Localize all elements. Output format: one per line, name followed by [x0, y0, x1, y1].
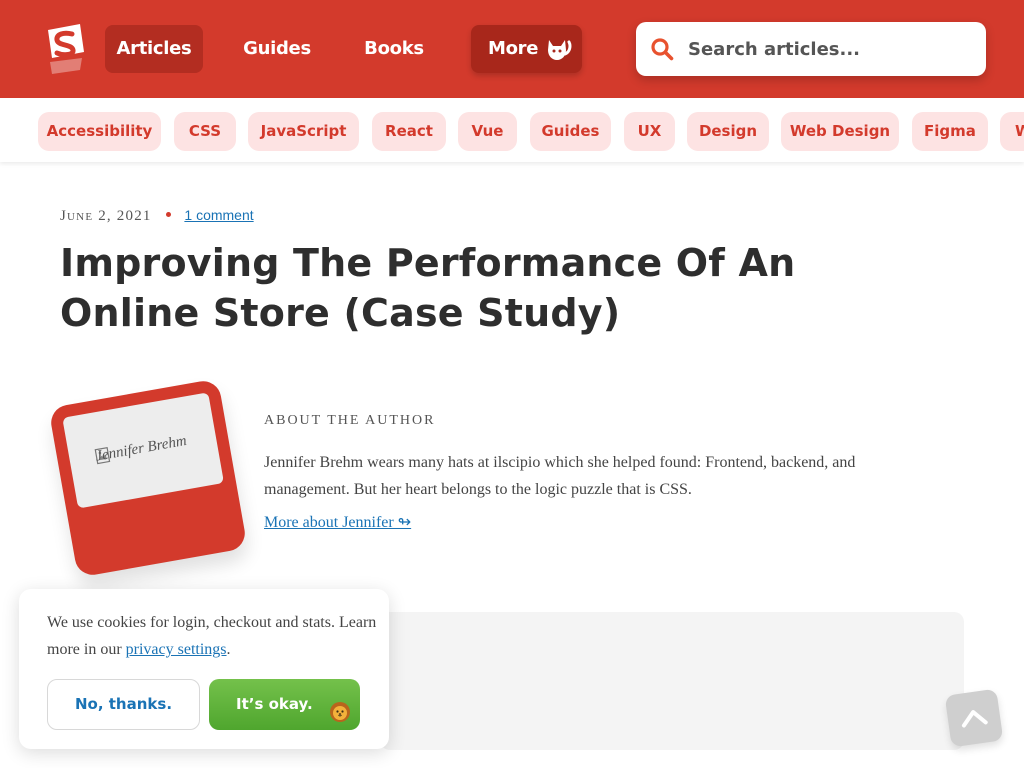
cookie-text: We use cookies for login, checkout and s… — [47, 609, 377, 663]
nav-books[interactable]: Books — [352, 25, 436, 73]
decline-cookies-button[interactable]: No, thanks. — [47, 679, 200, 730]
tag-bar: Accessibility CSS JavaScript React Vue G… — [0, 98, 1024, 162]
author-more-link[interactable]: More about Jennifer ↬ — [264, 512, 411, 532]
nav-articles[interactable]: Articles — [105, 25, 203, 73]
search-box[interactable] — [636, 22, 986, 76]
comments-link[interactable]: 1 comment — [184, 207, 253, 223]
tag-design[interactable]: Design — [687, 112, 769, 151]
nav-more-label: More — [488, 38, 539, 59]
tag-vue[interactable]: Vue — [458, 112, 517, 151]
nav-guides[interactable]: Guides — [232, 25, 322, 73]
author-avatar[interactable]: Jennifer Brehm — [48, 378, 248, 578]
nav-more[interactable]: More — [471, 25, 582, 73]
tag-figma[interactable]: Figma — [912, 112, 988, 151]
tag-css[interactable]: CSS — [174, 112, 236, 151]
tag-accessibility[interactable]: Accessibility — [38, 112, 161, 151]
tag-ux[interactable]: UX — [624, 112, 675, 151]
back-to-top-button[interactable] — [944, 688, 1004, 748]
lion-emoji-icon — [329, 693, 351, 722]
author-bio: Jennifer Brehm wears many hats at ilscip… — [264, 454, 856, 498]
cookie-text-end: . — [226, 641, 231, 658]
chevron-up-icon — [961, 710, 988, 728]
accept-cookies-label: It’s okay. — [236, 695, 313, 713]
article-date: June 2, 2021 — [60, 208, 152, 224]
accept-cookies-button[interactable]: It’s okay. — [209, 679, 360, 730]
author-image-alt: Jennifer Brehm — [94, 432, 188, 465]
tag-web-design[interactable]: Web Design — [781, 112, 899, 151]
content-placeholder — [380, 612, 964, 750]
tag-guides[interactable]: Guides — [530, 112, 611, 151]
site-header: Articles Guides Books More — [0, 0, 1024, 98]
privacy-settings-link[interactable]: privacy settings — [126, 641, 227, 658]
article-title: Improving The Performance Of An Online S… — [60, 241, 796, 335]
tag-partial[interactable]: W — [1000, 112, 1024, 151]
cookie-banner: We use cookies for login, checkout and s… — [19, 589, 389, 749]
about-author-heading: About The Author — [264, 413, 436, 428]
search-icon[interactable] — [650, 37, 674, 61]
author-image: Jennifer Brehm — [62, 392, 225, 509]
smashing-logo-icon[interactable] — [42, 22, 90, 94]
article-meta: June 2, 2021 1 comment — [60, 207, 254, 225]
cat-icon — [543, 35, 573, 63]
tag-react[interactable]: React — [372, 112, 446, 151]
meta-separator — [165, 212, 171, 218]
search-input[interactable] — [688, 30, 973, 68]
tag-javascript[interactable]: JavaScript — [248, 112, 359, 151]
